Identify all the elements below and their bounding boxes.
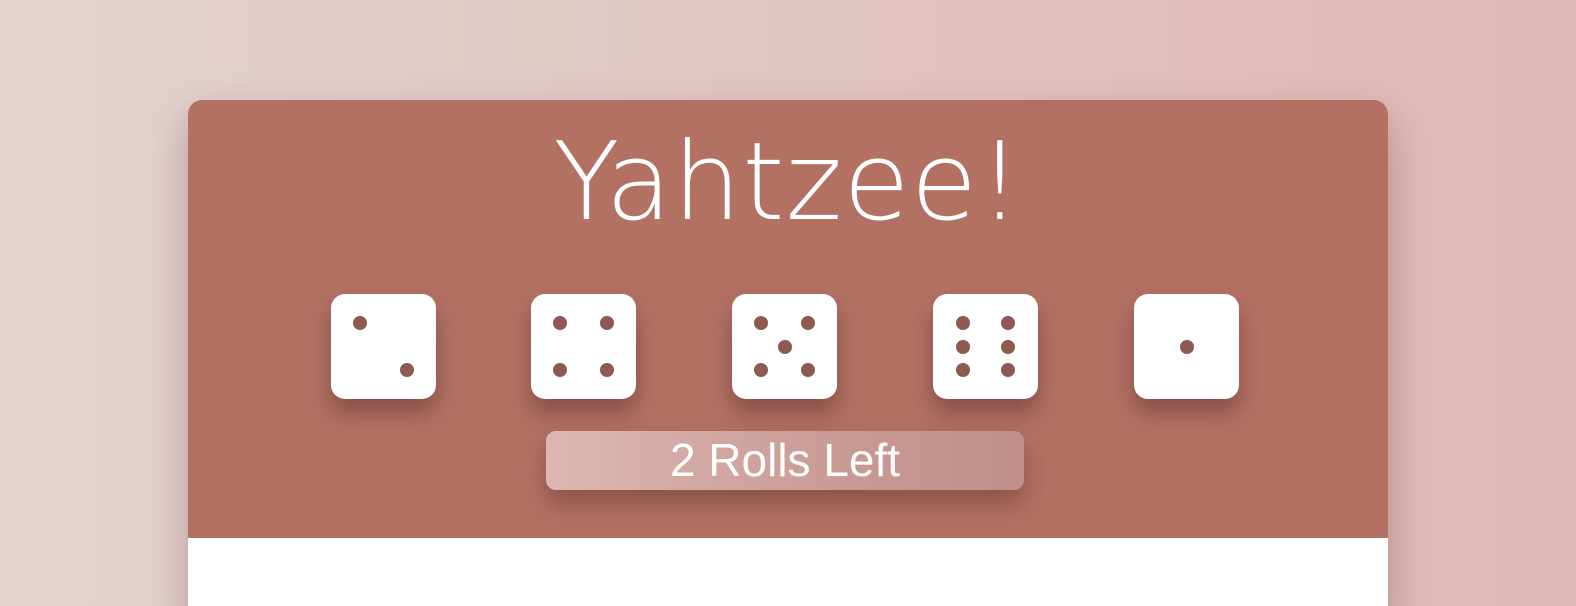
die-pip xyxy=(1000,362,1015,377)
die-pip xyxy=(599,316,614,331)
die-pip xyxy=(399,362,414,377)
die-3[interactable] xyxy=(732,294,837,399)
die-pip xyxy=(1179,339,1194,354)
die-pip xyxy=(1000,316,1015,331)
roll-dice-button[interactable]: 2 Rolls Left xyxy=(546,431,1024,490)
die-pip xyxy=(353,316,368,331)
die-pip xyxy=(754,362,769,377)
die-pip xyxy=(1000,339,1015,354)
die-pip xyxy=(599,362,614,377)
die-pip xyxy=(553,362,568,377)
die-pip xyxy=(800,362,815,377)
die-pip xyxy=(777,339,792,354)
game-title: Yahtzee! xyxy=(553,120,1023,245)
die-4[interactable] xyxy=(933,294,1038,399)
die-pip xyxy=(553,316,568,331)
die-pip xyxy=(800,316,815,331)
game-header: Yahtzee! 2 Rolls Left xyxy=(188,100,1388,538)
dice-row xyxy=(188,294,1388,400)
die-pip xyxy=(956,316,971,331)
game-card: Yahtzee! 2 Rolls Left xyxy=(188,100,1388,606)
die-pip xyxy=(956,362,971,377)
die-pip xyxy=(956,339,971,354)
die-1[interactable] xyxy=(331,294,436,399)
die-2[interactable] xyxy=(531,294,636,399)
die-5[interactable] xyxy=(1134,294,1239,399)
die-pip xyxy=(754,316,769,331)
